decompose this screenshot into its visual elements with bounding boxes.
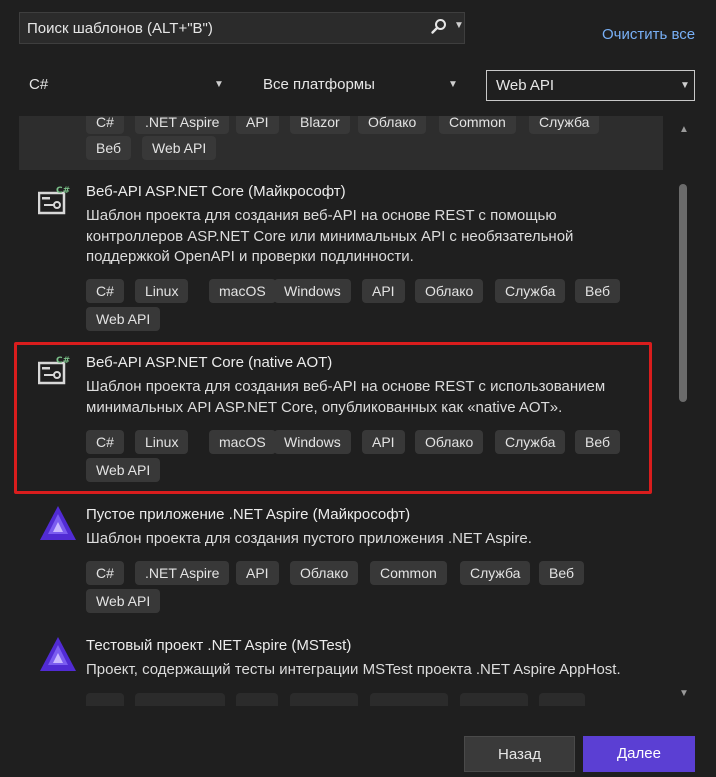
selection-highlight — [14, 342, 652, 494]
description-line: контроллеров ASP.NET Core или минимальны… — [86, 227, 574, 245]
tag: Web API — [86, 307, 161, 331]
language-filter-dropdown[interactable]: C# ▼ — [19, 70, 229, 100]
tag: Служба — [495, 279, 566, 303]
template-item[interactable]: C# .NET Aspire API Blazor Облако Common … — [19, 116, 663, 170]
tag: C# — [86, 561, 124, 585]
csharp-web-project-icon: C# — [37, 184, 74, 219]
tag: Web API — [142, 136, 217, 160]
search-history-dropdown-icon[interactable]: ▼ — [454, 20, 464, 31]
tag: API — [362, 279, 405, 303]
tag: Облако — [358, 116, 427, 134]
tag: API — [236, 561, 279, 585]
tag — [86, 693, 124, 706]
tag: Linux — [135, 279, 189, 303]
project-type-filter-value: Web API — [496, 77, 555, 94]
description-line: Проект, содержащий тесты интеграции MSTe… — [86, 661, 621, 678]
tag: C# — [86, 279, 124, 303]
template-item-aspire-empty[interactable]: Пустое приложение .NET Aspire (Майкрософ… — [19, 496, 663, 621]
svg-text:C#: C# — [56, 186, 70, 196]
scroll-thumb[interactable] — [679, 184, 687, 402]
search-icon[interactable] — [430, 18, 448, 39]
project-type-filter-dropdown[interactable]: Web API ▼ — [486, 70, 695, 101]
tag — [135, 693, 225, 706]
tag: Blazor — [290, 116, 350, 134]
tag — [290, 693, 358, 706]
chevron-down-icon: ▼ — [448, 79, 458, 90]
tag: Веб — [539, 561, 584, 585]
tag: Облако — [290, 561, 359, 585]
tag: macOS — [209, 279, 276, 303]
aspire-icon — [38, 635, 78, 678]
description-line: поддержкой OpenAPI и проверки подлинност… — [86, 248, 414, 265]
template-item-webapi[interactable]: C# Веб-API ASP.NET Core (Майкрософт) Шаб… — [19, 176, 663, 346]
tag — [539, 693, 585, 706]
tag: Веб — [86, 136, 131, 160]
tag: Windows — [274, 279, 351, 303]
tag: .NET Aspire — [135, 561, 230, 585]
tag — [236, 693, 278, 706]
template-description: Шаблон проекта для создания веб-API на о… — [86, 206, 646, 268]
search-input[interactable] — [20, 13, 427, 43]
template-title: Пустое приложение .NET Aspire (Майкрософ… — [86, 506, 411, 523]
tag: Common — [439, 116, 516, 134]
template-search-box[interactable]: ▼ — [19, 12, 465, 44]
tag — [370, 693, 448, 706]
next-button[interactable]: Далее — [583, 736, 695, 772]
chevron-down-icon: ▼ — [680, 80, 690, 91]
template-description: Проект, содержащий тесты интеграции MSTe… — [86, 660, 646, 681]
platform-filter-dropdown[interactable]: Все платформы ▼ — [253, 70, 465, 100]
description-line: Шаблон проекта для создания пустого прил… — [86, 530, 532, 547]
tag: Облако — [415, 279, 484, 303]
template-title: Тестовый проект .NET Aspire (MSTest) — [86, 637, 352, 654]
clear-all-link[interactable]: Очистить все — [602, 26, 695, 43]
template-title: Веб-API ASP.NET Core (Майкрософт) — [86, 183, 346, 200]
template-item-aspire-mstest[interactable]: Тестовый проект .NET Aspire (MSTest) Про… — [19, 627, 663, 706]
tag: C# — [86, 116, 124, 134]
tag: Common — [370, 561, 447, 585]
language-filter-value: C# — [29, 76, 49, 93]
tag: Служба — [460, 561, 531, 585]
tag: API — [236, 116, 279, 134]
tag: Служба — [529, 116, 600, 134]
template-description: Шаблон проекта для создания пустого прил… — [86, 529, 646, 550]
tag: Web API — [86, 589, 161, 613]
tag — [460, 693, 528, 706]
tag: .NET Aspire — [135, 116, 230, 134]
platform-filter-value: Все платформы — [263, 76, 375, 93]
back-button[interactable]: Назад — [464, 736, 575, 772]
scroll-up-icon[interactable]: ▲ — [679, 124, 689, 135]
chevron-down-icon: ▼ — [214, 79, 224, 90]
scroll-down-icon[interactable]: ▼ — [679, 688, 689, 699]
tag: Веб — [575, 279, 620, 303]
list-scrollbar[interactable]: ▲ ▼ — [674, 116, 694, 706]
description-line: Шаблон проекта для создания веб-API на о… — [86, 207, 557, 224]
aspire-icon — [38, 504, 78, 547]
